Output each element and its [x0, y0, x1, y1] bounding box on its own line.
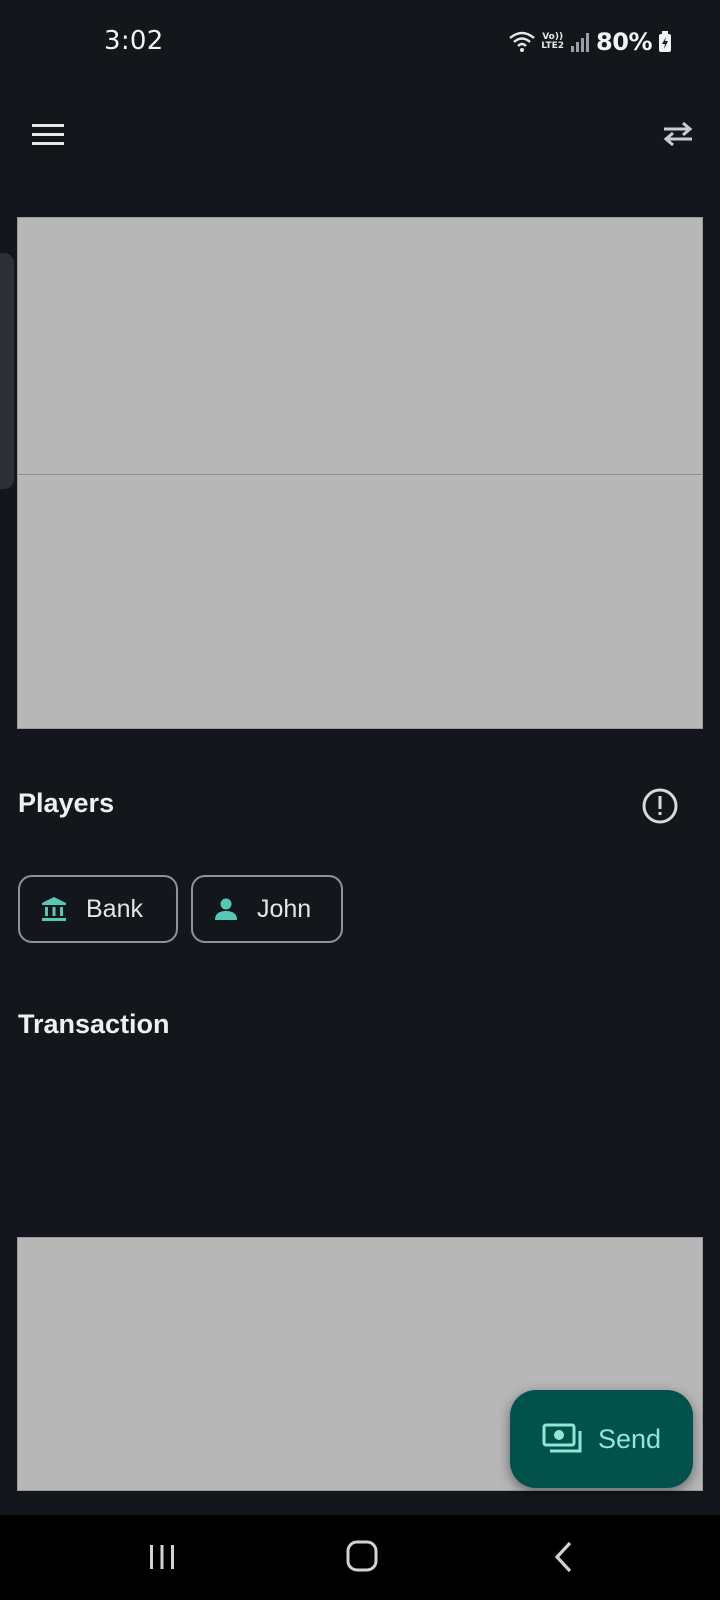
home-icon: [346, 1540, 378, 1572]
player-chip-label: Bank: [86, 894, 143, 923]
back-icon: [554, 1541, 572, 1573]
player-chip-bank[interactable]: Bank: [18, 875, 178, 943]
recents-button[interactable]: [138, 1535, 186, 1579]
top-image-placeholder: [17, 217, 703, 729]
swap-icon: [663, 121, 693, 147]
swap-button[interactable]: [656, 112, 700, 156]
player-chip-label: John: [257, 894, 312, 923]
lte-icon: Vo)) LTE2: [541, 33, 564, 51]
status-bar: 3:02 Vo)) LTE2 80%: [0, 0, 720, 90]
send-button[interactable]: Send: [510, 1390, 693, 1488]
wifi-icon: [509, 31, 536, 52]
status-icons: Vo)) LTE2 80%: [509, 26, 672, 58]
menu-button[interactable]: [26, 112, 70, 160]
status-time: 3:02: [104, 26, 164, 56]
edge-panel-handle[interactable]: [0, 253, 14, 489]
person-icon: [215, 898, 237, 920]
menu-icon: [32, 124, 64, 145]
info-icon: [642, 788, 678, 824]
network-label: LTE2: [541, 41, 565, 51]
bank-icon: [42, 897, 66, 921]
battery-charging-icon: [659, 31, 671, 52]
home-button[interactable]: [338, 1535, 386, 1579]
back-button[interactable]: [540, 1535, 588, 1579]
battery-percent: 80%: [596, 28, 652, 56]
placeholder-divider: [17, 474, 703, 475]
money-icon: [542, 1423, 582, 1453]
player-chip-john[interactable]: John: [191, 875, 343, 943]
signal-icon: [571, 33, 590, 52]
transaction-title: Transaction: [18, 1009, 170, 1039]
info-button[interactable]: [640, 786, 680, 826]
recents-icon: [150, 1545, 174, 1569]
send-label: Send: [597, 1423, 662, 1454]
players-title: Players: [18, 788, 115, 818]
